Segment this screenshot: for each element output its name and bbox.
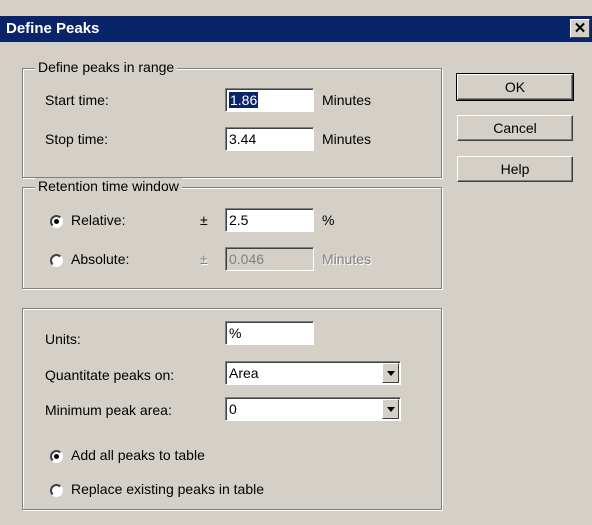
start-time-unit: Minutes [322, 92, 372, 108]
units-value: % [229, 325, 242, 341]
relative-radio[interactable] [50, 215, 63, 228]
range-group-legend: Define peaks in range [35, 59, 178, 75]
quantitate-select[interactable]: Area [225, 361, 401, 385]
stop-time-value: 3.44 [229, 131, 257, 147]
add-all-radio-dot [54, 454, 59, 459]
relative-value: 2.5 [229, 212, 249, 228]
help-button[interactable]: Help [457, 156, 573, 182]
add-all-label[interactable]: Add all peaks to table [71, 447, 205, 463]
start-time-value: 1.86 [229, 92, 259, 108]
close-icon: ✕ [573, 20, 587, 37]
relative-input[interactable]: 2.5 [225, 208, 314, 232]
start-time-label: Start time: [45, 92, 109, 108]
add-all-radio[interactable] [50, 450, 63, 463]
chevron-down-icon[interactable] [382, 399, 399, 419]
relative-plus-minus: ± [200, 212, 208, 228]
range-group: Define peaks in range [22, 59, 442, 178]
absolute-input[interactable]: 0.046 [225, 247, 314, 271]
absolute-unit: Minutes [322, 251, 372, 267]
close-button[interactable]: ✕ [570, 19, 590, 38]
min-area-value: 0 [229, 401, 237, 417]
absolute-radio[interactable] [50, 254, 63, 267]
retention-window-legend: Retention time window [35, 178, 182, 194]
define-peaks-dialog: Define Peaks ✕ Define peaks in range Sta… [0, 0, 592, 525]
units-label: Units: [45, 331, 81, 347]
stop-time-label: Stop time: [45, 131, 109, 147]
quantitate-label: Quantitate peaks on: [45, 367, 175, 383]
relative-unit: % [322, 212, 335, 228]
absolute-plus-minus: ± [200, 251, 208, 267]
ok-button[interactable]: OK [456, 73, 574, 101]
quantitate-value: Area [229, 365, 259, 381]
cancel-button[interactable]: Cancel [457, 115, 573, 141]
dialog-title: Define Peaks [6, 20, 100, 37]
replace-radio[interactable] [50, 484, 63, 497]
dialog-body: Define peaks in range Start time: 1.86 M… [0, 42, 592, 525]
stop-time-input[interactable]: 3.44 [225, 127, 314, 151]
start-time-input[interactable]: 1.86 [225, 88, 314, 112]
relative-label[interactable]: Relative: [71, 212, 125, 228]
absolute-label[interactable]: Absolute: [71, 251, 129, 267]
replace-label[interactable]: Replace existing peaks in table [71, 481, 264, 497]
min-area-label: Minimum peak area: [45, 402, 172, 418]
chevron-down-icon[interactable] [382, 363, 399, 383]
absolute-value: 0.046 [229, 251, 265, 267]
units-input[interactable]: % [225, 321, 314, 345]
retention-window-group: Retention time window [22, 178, 442, 289]
title-bar[interactable]: Define Peaks ✕ [0, 16, 592, 42]
relative-radio-dot [54, 219, 59, 224]
stop-time-unit: Minutes [322, 131, 372, 147]
min-area-select[interactable]: 0 [225, 397, 401, 421]
